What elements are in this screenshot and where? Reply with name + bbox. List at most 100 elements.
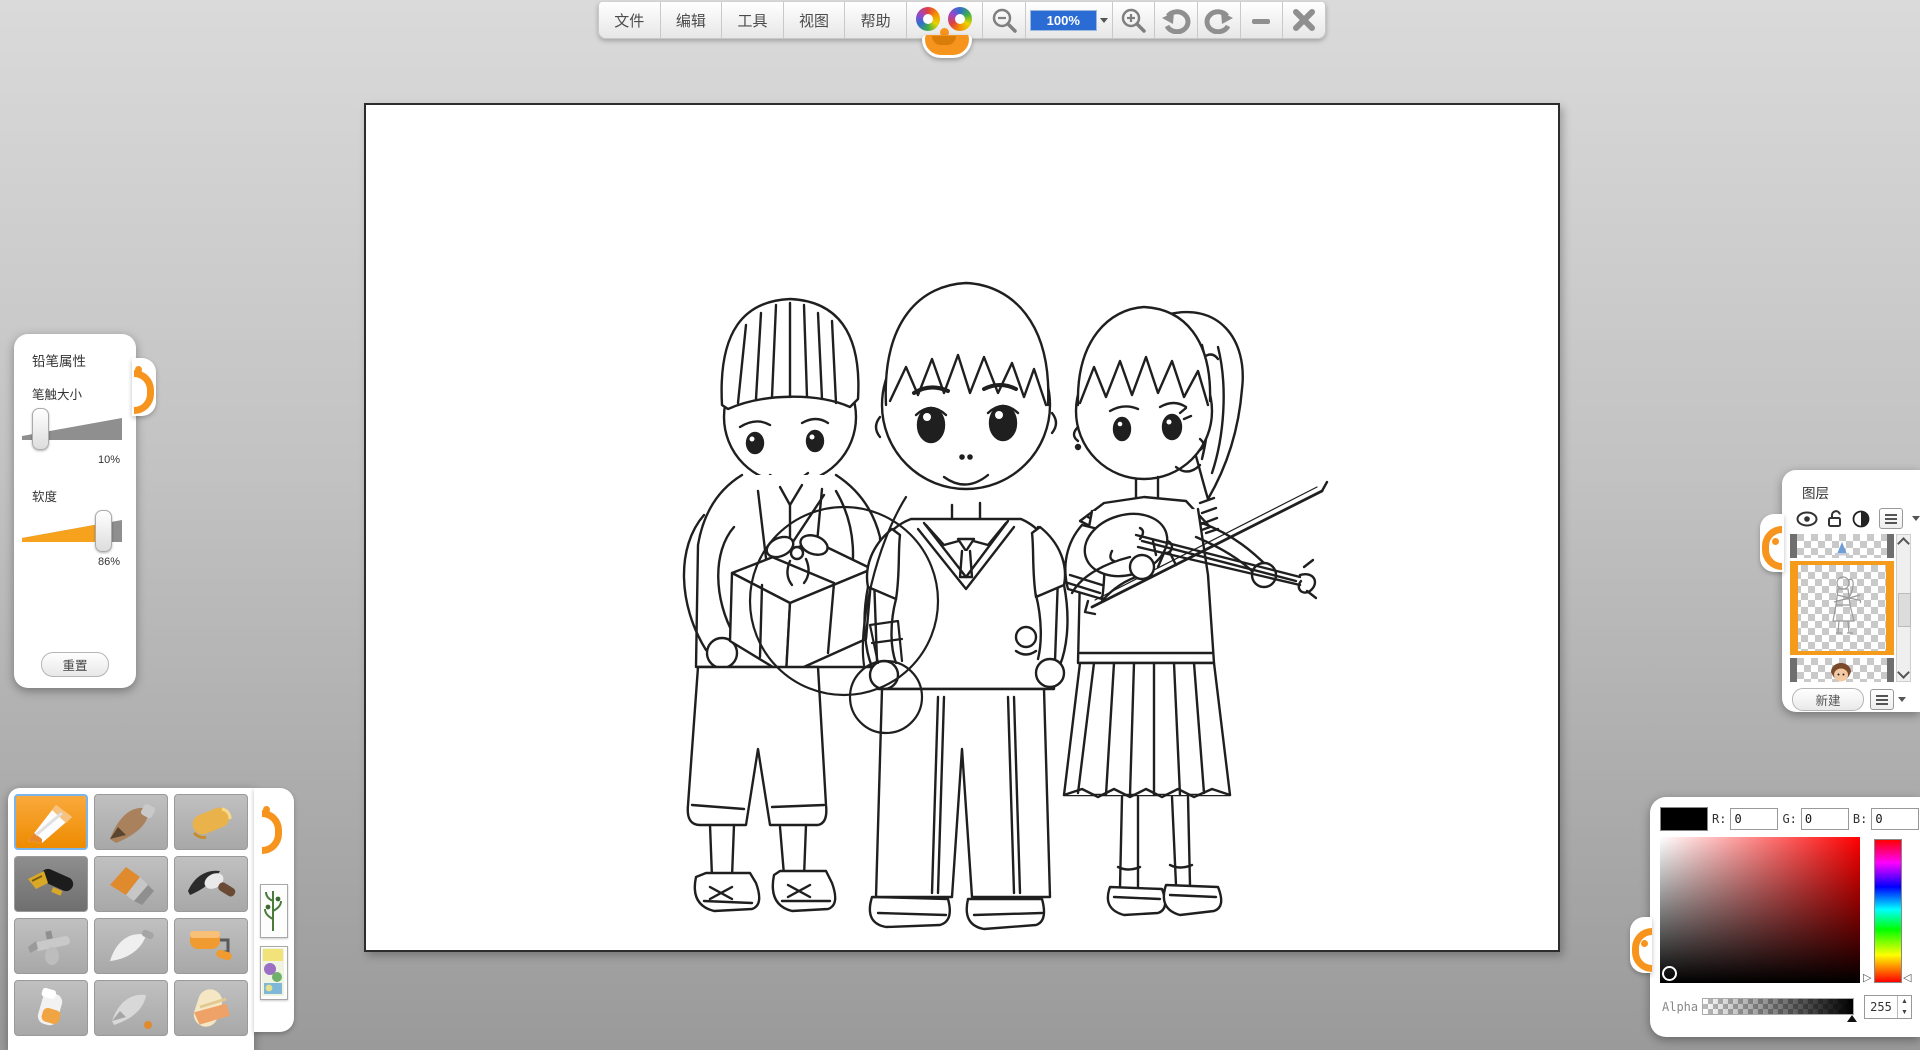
alpha-marker-icon[interactable] bbox=[1847, 1015, 1857, 1022]
magnifier-plus-icon bbox=[1119, 6, 1147, 34]
logo-eye-right-icon bbox=[948, 7, 972, 31]
picture-stamp-icon bbox=[261, 947, 285, 997]
zoom-in-button[interactable] bbox=[1113, 2, 1156, 38]
layer-options-icon[interactable] bbox=[1870, 689, 1894, 710]
softness-slider[interactable] bbox=[22, 512, 122, 550]
tool-palette-knife[interactable] bbox=[94, 918, 168, 974]
close-button[interactable] bbox=[1283, 2, 1325, 38]
airbrush-icon bbox=[22, 923, 80, 969]
zoom-level-value[interactable]: 100% bbox=[1030, 10, 1096, 31]
menu-tools[interactable]: 工具 bbox=[722, 2, 784, 38]
tool-paint-bottle[interactable] bbox=[14, 980, 88, 1036]
scroll-up-button[interactable] bbox=[1897, 535, 1910, 549]
app-logo-clown bbox=[907, 2, 983, 38]
girl-with-violin bbox=[1064, 307, 1327, 915]
boy-center bbox=[865, 283, 1068, 929]
zoom-out-button[interactable] bbox=[983, 2, 1026, 38]
menu-view[interactable]: 视图 bbox=[784, 2, 846, 38]
blend-half-circle-icon[interactable] bbox=[1852, 510, 1870, 528]
logo-smile-icon bbox=[922, 35, 972, 58]
menu-help[interactable]: 帮助 bbox=[845, 2, 907, 38]
layer-menu-icon[interactable] bbox=[1879, 508, 1903, 529]
alpha-label: Alpha bbox=[1662, 1000, 1698, 1014]
softness-value: 86% bbox=[98, 556, 120, 568]
saturation-value-field[interactable] bbox=[1660, 837, 1860, 983]
tool-flat-brush[interactable] bbox=[94, 856, 168, 912]
paint-bottle-icon bbox=[22, 985, 80, 1031]
green-label: G: bbox=[1782, 812, 1796, 826]
zoom-level-control[interactable]: 100% bbox=[1026, 2, 1112, 38]
menu-file[interactable]: 文件 bbox=[599, 2, 661, 38]
main-toolbar: 文件 编辑 工具 视图 帮助 100% bbox=[598, 2, 1326, 39]
layer-row-top[interactable] bbox=[1790, 534, 1894, 558]
minimize-dash-icon bbox=[1249, 8, 1273, 32]
layer-row-bottom[interactable] bbox=[1790, 658, 1894, 682]
hue-marker-left-icon[interactable]: ▷ bbox=[1863, 973, 1871, 984]
pencil-properties-panel: 铅笔属性 笔触大小 10% 软度 86% 重置 bbox=[14, 334, 136, 688]
tool-palette-handle-tab[interactable] bbox=[254, 788, 294, 1032]
tool-airbrush[interactable] bbox=[14, 918, 88, 974]
picture-stamp-tab[interactable] bbox=[260, 946, 288, 1000]
layer-options-caret-icon[interactable] bbox=[1898, 697, 1906, 702]
layer-list bbox=[1790, 534, 1894, 682]
scroll-down-button[interactable] bbox=[1897, 667, 1910, 681]
layer-row-selected[interactable] bbox=[1790, 561, 1894, 655]
sv-selection-marker bbox=[1662, 966, 1677, 981]
brush-size-slider[interactable] bbox=[22, 410, 122, 448]
alpha-slider[interactable] bbox=[1702, 998, 1854, 1015]
tool-crayon[interactable] bbox=[174, 794, 248, 850]
blue-input[interactable] bbox=[1871, 808, 1919, 830]
pencil-panel-handle[interactable] bbox=[132, 358, 156, 416]
alpha-value: 255 bbox=[1865, 1000, 1897, 1014]
hue-marker-right-icon[interactable]: ◁ bbox=[1903, 973, 1911, 984]
flat-brush-icon bbox=[102, 861, 160, 907]
color-panel-handle[interactable] bbox=[1630, 917, 1652, 973]
red-input[interactable] bbox=[1730, 808, 1778, 830]
scroll-thumb[interactable] bbox=[1898, 593, 1911, 627]
softness-label: 软度 bbox=[32, 486, 57, 505]
tool-fountain-pen[interactable] bbox=[14, 856, 88, 912]
redo-button[interactable] bbox=[1198, 2, 1241, 38]
red-label: R: bbox=[1712, 812, 1726, 826]
alpha-spinner[interactable]: 255 ▲ ▼ bbox=[1864, 995, 1912, 1019]
visibility-eye-icon[interactable] bbox=[1796, 511, 1818, 527]
minimize-button[interactable] bbox=[1241, 2, 1284, 38]
tool-eraser[interactable] bbox=[174, 980, 248, 1036]
unlock-padlock-icon[interactable] bbox=[1827, 510, 1843, 528]
undo-button[interactable] bbox=[1155, 2, 1198, 38]
tool-ink-brush[interactable] bbox=[174, 856, 248, 912]
ink-brush-icon bbox=[182, 861, 240, 907]
wood-pencil-icon bbox=[102, 799, 160, 845]
drawing-canvas[interactable] bbox=[364, 103, 1560, 952]
tool-spear-pen[interactable] bbox=[94, 980, 168, 1036]
tool-grid bbox=[14, 794, 248, 1036]
hue-bar[interactable] bbox=[1874, 839, 1902, 983]
logo-eye-left-icon bbox=[916, 7, 940, 31]
layer-scrollbar[interactable] bbox=[1896, 534, 1911, 682]
eraser-icon bbox=[182, 985, 240, 1031]
layer-menu-caret-icon[interactable] bbox=[1912, 516, 1920, 521]
color-picker-panel: R: G: B: ▷ ◁ Alpha 255 ▲ ▼ bbox=[1650, 797, 1920, 1037]
alpha-spin-down-icon[interactable]: ▼ bbox=[1898, 1007, 1911, 1018]
alpha-spin-up-icon[interactable]: ▲ bbox=[1898, 996, 1911, 1007]
plant-stamp-icon bbox=[261, 885, 285, 935]
brush-size-thumb[interactable] bbox=[32, 408, 49, 450]
new-layer-button[interactable]: 新建 bbox=[1792, 688, 1864, 711]
layer-thumb-partial-icon bbox=[1834, 542, 1850, 556]
layer-thumb-sketch-girl bbox=[1824, 571, 1864, 641]
tool-pencil[interactable] bbox=[14, 794, 88, 850]
plant-stamp-tab[interactable] bbox=[260, 884, 288, 938]
current-color-swatch[interactable] bbox=[1660, 807, 1708, 831]
reset-button[interactable]: 重置 bbox=[41, 652, 109, 677]
brush-size-label: 笔触大小 bbox=[32, 384, 82, 403]
boy-with-gift bbox=[684, 299, 884, 911]
magnifier-minus-icon bbox=[990, 6, 1018, 34]
green-input[interactable] bbox=[1801, 808, 1849, 830]
tool-paint-roller[interactable] bbox=[174, 918, 248, 974]
zoom-dropdown-caret-icon[interactable] bbox=[1100, 18, 1108, 23]
menu-edit[interactable]: 编辑 bbox=[661, 2, 723, 38]
tool-wood-pencil[interactable] bbox=[94, 794, 168, 850]
softness-thumb[interactable] bbox=[95, 510, 112, 552]
layers-panel-handle[interactable] bbox=[1760, 514, 1784, 572]
layers-panel: 图层 bbox=[1782, 470, 1920, 712]
